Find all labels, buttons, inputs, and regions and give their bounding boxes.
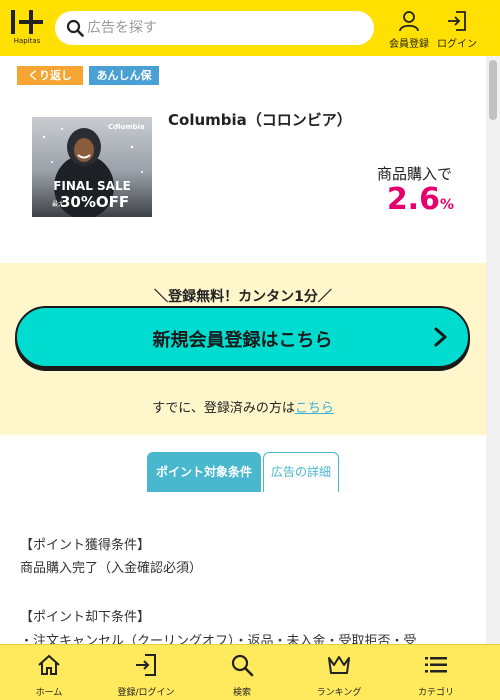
tab-point-conditions[interactable]: ポイント対象条件 (147, 452, 261, 492)
detail-tabs: ポイント対象条件 広告の詳細 (147, 452, 340, 492)
reject-heading: 【ポイント却下条件】 (20, 610, 151, 625)
acquire-heading: 【ポイント獲得条件】 (20, 538, 151, 553)
search-icon (231, 654, 254, 677)
crown-icon (328, 656, 350, 674)
logo-text: Hapitas (13, 37, 41, 45)
nav-category[interactable]: カテゴリ (396, 645, 476, 700)
user-icon (399, 11, 419, 32)
register-button-label: 新規会員登録はこちら (152, 330, 333, 351)
login-icon (448, 11, 466, 31)
existing-member-line: すでに、登録済みの方はこちら (0, 397, 486, 416)
nav-search[interactable]: 検索 (202, 645, 282, 700)
nav-search-label: 検索 (232, 688, 251, 698)
tag-repeat-ok: くり返しOK (17, 66, 83, 101)
login-icon (136, 654, 156, 676)
existing-member-text: すでに、登録済みの方は (152, 401, 295, 416)
rate-unit: % (439, 197, 454, 213)
header-login-label: ログイン (437, 39, 477, 50)
scrollbar-thumb[interactable] (489, 60, 497, 120)
header-register-label: 会員登録 (389, 39, 429, 50)
nav-home[interactable]: ホーム (9, 645, 89, 700)
nav-home-label: ホーム (35, 688, 63, 698)
banner-sale-line2: 30%OFF (60, 193, 130, 211)
nav-register-login-label: 登録/ログイン (117, 688, 175, 698)
nav-register-login[interactable]: 登録/ログイン (106, 645, 186, 700)
register-catchphrase: ＼登録無料！カンタン1分／ (154, 289, 332, 305)
rate-label: 商品購入で (376, 165, 452, 183)
acquire-text: 商品購入完了（入金確認必須） (20, 561, 203, 576)
tag-guarantee: あんしん保証 (89, 66, 159, 101)
product-name: Columbia（コロンビア） (168, 111, 352, 129)
header-register-button[interactable]: 会員登録 (388, 10, 430, 50)
list-icon (425, 657, 447, 673)
page-scrollbar[interactable] (486, 56, 500, 644)
tab-ad-details[interactable]: 広告の詳細 (263, 452, 339, 492)
home-icon (38, 654, 60, 675)
logo-mark-icon (11, 10, 43, 34)
bottom-navigation: ホーム 登録/ログイン 検索 ランキング カテゴリ (0, 644, 500, 700)
banner-brand: Columbia (108, 123, 145, 131)
nav-ranking[interactable]: ランキング (299, 645, 379, 700)
hapitas-logo[interactable]: Hapitas (10, 8, 44, 48)
search-bar[interactable] (55, 11, 374, 45)
chevron-right-icon (434, 327, 447, 347)
new-member-register-button[interactable]: 新規会員登録はこちら (15, 306, 470, 368)
nav-category-label: カテゴリ (417, 688, 454, 698)
register-section: ＼登録無料！カンタン1分／ 新規会員登録はこちら すでに、登録済みの方はこちら (0, 263, 486, 435)
banner-sale-line1: FINAL SALE (53, 179, 131, 193)
search-input[interactable] (87, 17, 357, 39)
product-banner-image[interactable]: Columbia FINAL SALE 最大 30%OFF (32, 117, 152, 217)
header-login-button[interactable]: ログイン (436, 10, 478, 50)
nav-ranking-label: ランキング (316, 688, 362, 698)
point-rate: 2.6% (300, 182, 454, 217)
header: Hapitas 会員登録 ログイン (0, 0, 500, 56)
rate-number: 2.6 (386, 182, 440, 217)
search-icon (66, 19, 84, 37)
existing-member-login-link[interactable]: こちら (295, 401, 334, 416)
